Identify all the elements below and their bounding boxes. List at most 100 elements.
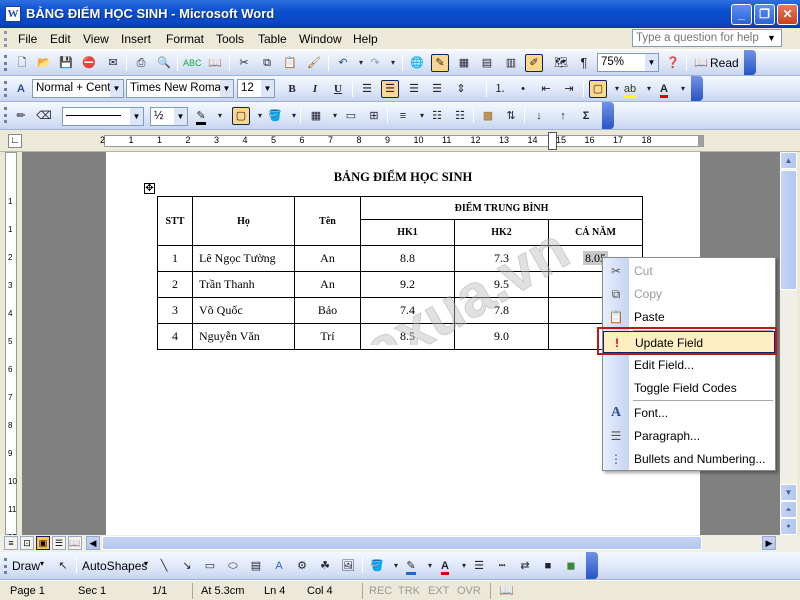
indent-marker[interactable] [548, 132, 557, 150]
menu-format[interactable]: Format [166, 32, 204, 46]
scroll-down-icon[interactable]: ▼ [780, 484, 797, 501]
line-icon[interactable]: ╲ [155, 557, 173, 575]
menu-item-paste[interactable]: 📋 Paste [603, 306, 775, 328]
font-size-select[interactable]: 12 ▼ [237, 79, 275, 98]
copy-icon[interactable]: ⧉ [258, 54, 276, 72]
reading-layout-icon[interactable]: 📖 [68, 536, 82, 550]
columns-icon[interactable]: ▥ [502, 54, 520, 72]
wordart-icon[interactable]: A [270, 557, 288, 575]
cell-hk1[interactable]: 8.5 [360, 323, 455, 350]
word-app-icon[interactable]: W [5, 6, 21, 22]
document-map-icon[interactable]: 🗺 [552, 54, 570, 72]
read-icon[interactable]: 📖 [692, 54, 710, 72]
web-layout-icon[interactable]: ⊡ [20, 536, 34, 550]
line-weight-dropdown-icon[interactable]: ▼ [174, 108, 187, 125]
align-center-icon[interactable]: ☰ [381, 80, 399, 98]
redo-icon[interactable]: ↷ [366, 54, 384, 72]
autosum-icon[interactable]: Σ [577, 107, 595, 125]
menu-item-copy[interactable]: ⧉ Copy [603, 283, 775, 305]
clip-art-icon[interactable]: ☘ [316, 557, 334, 575]
dash-style-icon[interactable]: ┅ [493, 557, 511, 575]
text-direction-icon[interactable]: ⇅ [502, 107, 520, 125]
font-select[interactable]: Times New Roman ▼ [126, 79, 234, 98]
help-icon[interactable]: ❓ [664, 54, 682, 72]
toolbar-grip[interactable] [4, 107, 7, 123]
redo-dropdown-icon[interactable]: ▾ [384, 54, 402, 72]
cell-stt[interactable]: 2 [157, 271, 193, 298]
insert-table-icon[interactable]: ▦ [455, 54, 473, 72]
menu-item-paragraph[interactable]: ☰ Paragraph... [603, 425, 775, 447]
horizontal-scroll-thumb[interactable] [102, 536, 702, 550]
close-button[interactable]: ✕ [777, 4, 798, 25]
tab-selector[interactable]: ∟ [8, 134, 22, 148]
menu-grip[interactable] [4, 31, 7, 47]
numbering-icon[interactable]: ⒈ [491, 80, 509, 98]
minimize-button[interactable]: _ [731, 4, 752, 25]
distribute-columns-icon[interactable]: ☷ [451, 107, 469, 125]
status-ovr[interactable]: OVR [457, 585, 481, 597]
cell-ten[interactable]: Trí [294, 323, 361, 350]
cell-hk2[interactable]: 9.0 [454, 323, 549, 350]
toolbar-grip[interactable] [4, 558, 7, 574]
cell-ten[interactable]: An [294, 245, 361, 272]
save-icon[interactable]: 💾 [57, 54, 75, 72]
cell-hk2[interactable]: 7.3 [454, 245, 549, 272]
menu-item-cut[interactable]: ✂ Cut [603, 260, 775, 282]
arrow-icon[interactable]: ↘ [178, 557, 196, 575]
autoshapes-dropdown-icon[interactable]: ▾ [144, 559, 148, 568]
align-left-icon[interactable]: ☰ [358, 80, 376, 98]
ask-dropdown-icon[interactable]: ▼ [767, 33, 776, 43]
draw-table-icon[interactable]: ✏ [12, 107, 30, 125]
scroll-up-icon[interactable]: ▲ [780, 152, 797, 169]
outline-view-icon[interactable]: ☰ [52, 536, 66, 550]
italic-button[interactable]: I [306, 80, 324, 98]
menu-item-bullets-numbering[interactable]: ⋮ Bullets and Numbering... [603, 448, 775, 470]
bullets-icon[interactable]: • [514, 80, 532, 98]
cell-hk2[interactable]: 7.8 [454, 297, 549, 324]
print-layout-icon[interactable]: ▣ [36, 536, 50, 550]
outside-border-icon[interactable]: ▢ [232, 107, 250, 125]
header-ho[interactable]: Họ [192, 196, 295, 246]
read-button[interactable]: Read [710, 56, 739, 70]
scroll-left-icon[interactable]: ◀ [86, 536, 100, 550]
border-color-dropdown-icon[interactable]: ▾ [211, 107, 229, 125]
table-move-handle[interactable]: ✥ [144, 183, 155, 194]
cell-ho[interactable]: Nguyễn Văn [192, 323, 295, 350]
new-document-icon[interactable]: 🗋 [13, 54, 31, 72]
header-ten[interactable]: Tên [294, 196, 361, 246]
bold-button[interactable]: B [283, 80, 301, 98]
email-icon[interactable]: ✉ [104, 54, 122, 72]
highlight-icon[interactable]: ab [621, 80, 639, 98]
rectangle-icon[interactable]: ▭ [201, 557, 219, 575]
cell-ho[interactable]: Trần Thanh [192, 271, 295, 298]
menu-tools[interactable]: Tools [216, 32, 244, 46]
border-color-icon[interactable]: ✎ [192, 107, 210, 125]
font-size-dropdown-icon[interactable]: ▼ [261, 80, 274, 97]
outside-border-icon[interactable]: ▢ [589, 80, 607, 98]
show-hide-icon[interactable]: ¶ [575, 54, 593, 72]
sort-ascending-icon[interactable]: ↓ [530, 107, 548, 125]
line-style-icon[interactable]: ☰ [470, 557, 488, 575]
header-stt[interactable]: STT [157, 196, 193, 246]
menu-table[interactable]: Table [258, 32, 287, 46]
tables-borders-icon[interactable]: ✎ [431, 54, 449, 72]
permission-icon[interactable]: ⛔ [80, 54, 98, 72]
cell-stt[interactable]: 1 [157, 245, 193, 272]
cell-hk1[interactable]: 9.2 [360, 271, 455, 298]
style-select[interactable]: Normal + Cente ▼ [32, 79, 124, 98]
restore-button[interactable]: ❐ [754, 4, 775, 25]
draw-menu-button[interactable]: Draw [12, 559, 40, 573]
draw-dropdown-icon[interactable]: ▾ [40, 559, 44, 568]
cell-ho[interactable]: Võ Quốc [192, 297, 295, 324]
header-diem-trung-binh[interactable]: ĐIỂM TRUNG BÌNH [360, 196, 643, 220]
line-spacing-icon[interactable]: ⇕ [452, 80, 470, 98]
toolbar-options-icon[interactable] [586, 552, 598, 579]
cell-ten[interactable]: An [294, 271, 361, 298]
print-preview-icon[interactable]: 🔍 [155, 54, 173, 72]
cell-hk1[interactable]: 8.8 [360, 245, 455, 272]
decrease-indent-icon[interactable]: ⇤ [537, 80, 555, 98]
scroll-right-icon[interactable]: ▶ [762, 536, 776, 550]
scroll-thumb[interactable] [780, 170, 797, 290]
menu-item-edit-field[interactable]: Edit Field... [603, 354, 775, 376]
vertical-scrollbar[interactable]: ▲ ▼ ⏶ ● [780, 152, 797, 535]
